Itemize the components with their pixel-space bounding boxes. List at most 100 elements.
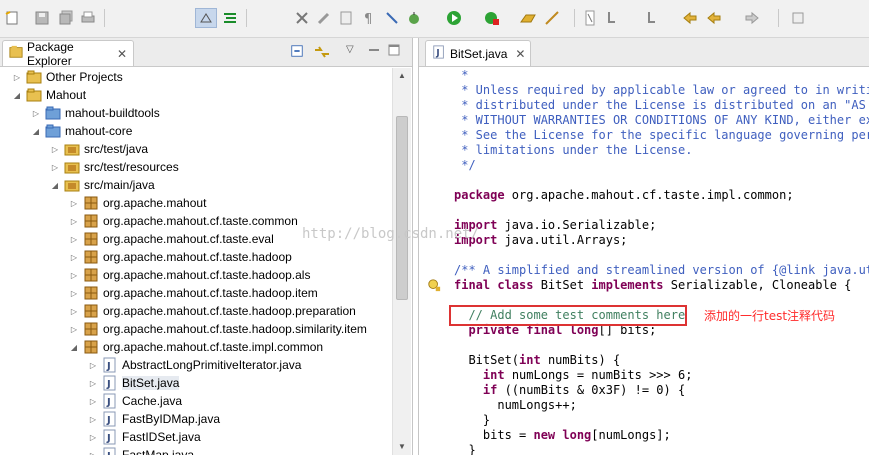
pin-icon[interactable] — [790, 10, 806, 26]
tree-item[interactable]: ▷ org.apache.mahout.cf.taste.eval — [69, 230, 274, 248]
expand-down-icon[interactable]: ◢ — [31, 122, 41, 140]
minimize-icon[interactable] — [368, 44, 380, 59]
expand-right-icon[interactable]: ▷ — [69, 302, 79, 320]
tree-item[interactable]: ▷ src/test/java — [50, 140, 148, 158]
expand-right-icon[interactable]: ▷ — [69, 248, 79, 266]
expand-right-icon[interactable]: ▷ — [88, 392, 98, 410]
toggle-mark-icon[interactable] — [195, 8, 217, 28]
expand-right-icon[interactable]: ▷ — [69, 194, 79, 212]
outline-icon[interactable] — [338, 10, 354, 26]
package-icon — [83, 321, 99, 337]
tab-package-explorer[interactable]: Package Explorer ✕ — [2, 40, 134, 68]
scroll-thumb[interactable] — [396, 116, 408, 300]
print-icon[interactable] — [80, 10, 96, 26]
expand-right-icon[interactable]: ▷ — [69, 266, 79, 284]
tree-item[interactable]: ▷ org.apache.mahout.cf.taste.hadoop — [69, 248, 292, 266]
expand-right-icon[interactable]: ▷ — [31, 104, 41, 122]
open-type-icon[interactable] — [520, 10, 536, 26]
tree-item[interactable]: ▷ mahout-buildtools — [31, 104, 160, 122]
editor-tabbar: J BitSet.java ✕ — [419, 38, 869, 67]
forward-icon[interactable] — [744, 10, 760, 26]
close-icon[interactable]: ✕ — [515, 47, 525, 61]
expand-right-icon[interactable]: ▷ — [88, 374, 98, 392]
save-icon[interactable] — [34, 10, 50, 26]
tree-item[interactable]: ▷ org.apache.mahout.cf.taste.hadoop.als — [69, 266, 311, 284]
tree-item[interactable]: ▷ src/test/resources — [50, 158, 179, 176]
java-file-icon: J — [102, 393, 118, 409]
last-edit-icon[interactable] — [644, 10, 660, 26]
close-icon[interactable]: ✕ — [117, 47, 127, 61]
expand-right-icon[interactable]: ▷ — [88, 446, 98, 455]
back-history-icon[interactable] — [706, 10, 722, 26]
tree-item[interactable]: ▷ J FastIDSet.java — [88, 428, 201, 446]
tab-bitset-java[interactable]: J BitSet.java ✕ — [425, 40, 531, 66]
code-line: } — [454, 413, 490, 428]
tree-item[interactable]: ◢ Mahout — [12, 86, 86, 104]
run-icon[interactable] — [446, 10, 462, 26]
package-icon — [83, 339, 99, 355]
tree-item[interactable]: ▷ org.apache.mahout.cf.taste.common — [69, 212, 298, 230]
expand-right-icon[interactable]: ▷ — [69, 230, 79, 248]
debug-icon[interactable] — [406, 10, 422, 26]
project-icon — [45, 123, 61, 139]
expand-right-icon[interactable]: ▷ — [69, 320, 79, 338]
tree-item[interactable]: ◢ org.apache.mahout.cf.taste.impl.common — [69, 338, 323, 356]
code-token: * Unless required by applicable law or a… — [454, 83, 869, 97]
expand-right-icon[interactable]: ▷ — [69, 212, 79, 230]
annotation-icon[interactable] — [582, 10, 598, 26]
expand-right-icon[interactable]: ▷ — [12, 68, 22, 86]
tree-item[interactable]: ▷ J FastByIDMap.java — [88, 410, 220, 428]
warning-marker-icon[interactable] — [427, 278, 441, 295]
view-menu-icon[interactable]: ▽ — [346, 44, 354, 55]
working-set-icon — [26, 69, 42, 85]
expand-down-icon[interactable]: ◢ — [12, 86, 22, 104]
pilcrow-icon[interactable]: ¶ — [360, 10, 376, 26]
tree-item-label: AbstractLongPrimitiveIterator.java — [122, 358, 302, 372]
external-tools-icon[interactable] — [484, 10, 500, 26]
new-icon[interactable] — [4, 10, 20, 26]
tree-item[interactable]: ▷ org.apache.mahout.cf.taste.hadoop.simil… — [69, 320, 367, 338]
expand-right-icon[interactable]: ▷ — [88, 410, 98, 428]
link-with-editor-icon[interactable] — [314, 44, 330, 63]
code-area[interactable]: * * Unless required by applicable law or… — [454, 67, 869, 455]
tree-item[interactable]: ▷ org.apache.mahout.cf.taste.hadoop.item — [69, 284, 318, 302]
breakpoint-icon[interactable] — [384, 10, 400, 26]
scroll-up-icon[interactable]: ▲ — [393, 68, 411, 84]
maximize-icon[interactable] — [388, 44, 400, 59]
collapse-all-icon[interactable] — [290, 44, 304, 61]
package-icon — [83, 231, 99, 247]
tree-item[interactable]: ▷ org.apache.mahout — [69, 194, 206, 212]
back-icon[interactable] — [682, 10, 698, 26]
java-file-icon: J — [102, 357, 118, 373]
tree-item[interactable]: ▷ J AbstractLongPrimitiveIterator.java — [88, 356, 301, 374]
tree-item[interactable]: ▷ J BitSet.java — [88, 374, 180, 392]
code-token: * — [454, 68, 469, 82]
search-icon[interactable] — [544, 10, 560, 26]
pen-icon[interactable] — [316, 10, 332, 26]
next-annotation-icon[interactable] — [604, 10, 620, 26]
tree-item[interactable]: ▷ J Cache.java — [88, 392, 182, 410]
expand-right-icon[interactable]: ▷ — [88, 356, 98, 374]
tree-item[interactable]: ▷ Other Projects — [12, 68, 123, 86]
package-icon — [83, 285, 99, 301]
expand-down-icon[interactable]: ◢ — [50, 176, 60, 194]
expand-right-icon[interactable]: ▷ — [88, 428, 98, 446]
expand-right-icon[interactable]: ▷ — [50, 158, 60, 176]
tree-item[interactable]: ◢ mahout-core — [31, 122, 132, 140]
tree-scrollbar[interactable]: ▲ ▼ — [392, 68, 411, 455]
toggle-block-icon[interactable] — [222, 10, 238, 26]
tree-item[interactable]: ◢ src/main/java — [50, 176, 155, 194]
svg-text:J: J — [106, 379, 111, 390]
expand-down-icon[interactable]: ◢ — [69, 338, 79, 356]
editor-gutter — [419, 67, 445, 455]
code-line: * limitations under the License. — [454, 143, 692, 158]
expand-right-icon[interactable]: ▷ — [69, 284, 79, 302]
expand-right-icon[interactable]: ▷ — [50, 140, 60, 158]
scroll-down-icon[interactable]: ▼ — [393, 439, 411, 455]
tree-item[interactable]: ▷ org.apache.mahout.cf.taste.hadoop.prepa… — [69, 302, 356, 320]
save-all-icon[interactable] — [58, 10, 74, 26]
tree-item[interactable]: ▷ J FastMap.java — [88, 446, 194, 455]
debug-tools-icon[interactable] — [294, 10, 310, 26]
